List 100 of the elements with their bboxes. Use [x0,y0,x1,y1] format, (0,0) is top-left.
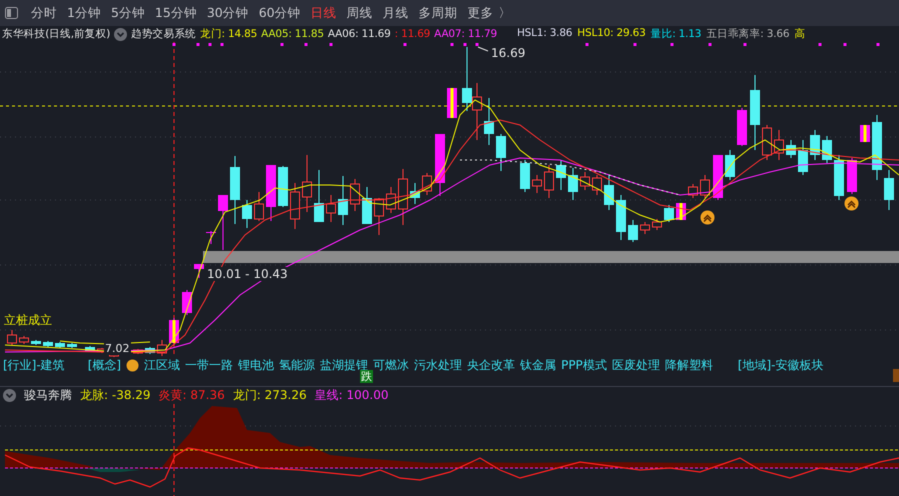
candle [822,136,832,164]
candle [435,134,445,196]
candle [206,230,216,244]
chevron-down-icon[interactable] [114,28,128,40]
candle [786,140,796,158]
region-tag[interactable]: [地域]-安徽板块 [738,356,824,374]
candle [616,194,626,240]
concept-tag[interactable]: 污水处理 [414,356,462,374]
marker-icon [126,358,140,372]
concept-tag[interactable]: 可燃冰 [373,356,410,374]
candle [230,156,240,224]
candle [834,154,844,200]
candle [182,290,192,316]
fall-badge: 跌 [360,370,373,383]
concept-tag[interactable]: 锂电池 [238,356,274,374]
candle [218,194,228,250]
low-price-label: 7.02 [104,342,130,355]
concept-tag[interactable]: 央企改革 [467,356,516,374]
stat-value: 量比: 1.13 [650,27,702,41]
candle [568,168,578,200]
candle [266,164,276,222]
candle [472,82,482,140]
candle [496,134,506,172]
indicator-value: AA06: 11.69 [328,28,391,40]
candle [688,184,698,198]
concept-tag[interactable]: 钛金属 [520,356,556,374]
system-name: 趋势交易系统 [131,27,196,41]
candle [700,174,710,198]
concept-tag[interactable]: [概念] [88,356,122,374]
candle [55,342,65,348]
candle [556,160,566,190]
industry-tag[interactable]: [行业]-建筑 [3,356,65,374]
candle [350,178,360,212]
candle [484,98,494,146]
candle [798,140,808,176]
candle [145,346,155,354]
candle [762,124,772,160]
concept-tag[interactable]: PPP模式 [561,356,607,374]
stat-value: 五日乖离率: 3.66 [706,27,790,41]
candle [43,340,53,348]
period-tab[interactable]: 周线 [344,2,376,24]
concept-tag[interactable]: 一带一路 [185,356,234,374]
candle [592,174,602,196]
indicator-value: : 11.69 [394,28,430,40]
edge-badge [893,369,899,382]
candle [242,200,252,228]
candle [67,342,77,348]
candle [737,108,747,146]
candle [713,154,723,200]
candle [398,168,408,226]
period-tab[interactable]: 多周期 [416,2,461,24]
candle [847,158,857,194]
caret-text[interactable]: 〉 [498,4,512,22]
high-price-label: 16.69 [490,46,526,60]
indicator-value: AA05: 11.85 [261,28,324,40]
candle [290,182,300,230]
candle [362,186,372,224]
concept-tag[interactable]: 医废处理 [612,356,660,374]
chevron-up-icon [844,196,859,211]
period-tab[interactable]: 日线 [308,2,340,24]
candle [652,218,662,230]
price-range-label: 10.01 - 10.43 [206,267,289,281]
concept-tag[interactable]: 江区域 [144,356,180,374]
candle [302,154,312,212]
candle [422,172,432,196]
candle [810,130,820,160]
candle [544,164,554,198]
period-tab[interactable]: 15分钟 [152,2,200,24]
period-tab[interactable]: 1分钟 [64,2,104,24]
candle [85,346,95,352]
stat-value: 高 [794,27,806,41]
candle [326,194,336,222]
candle [872,114,882,180]
candle [725,150,735,180]
concept-tag[interactable]: 降解塑料 [664,356,713,374]
period-tab[interactable]: 分时 [28,2,60,24]
period-tab[interactable]: 更多 [464,2,497,24]
period-tab[interactable]: 30分钟 [204,2,252,24]
candle [157,340,167,356]
stat-value: HSL1: 3.86 [516,27,572,41]
candle [664,204,674,222]
chevron-down-icon[interactable] [3,389,16,402]
candle [374,198,384,236]
candle [314,170,324,222]
candle [194,264,204,278]
leader-line [478,46,488,52]
period-tab[interactable]: 5分钟 [108,2,148,24]
stat-value: HSL10: 29.63 [577,27,646,41]
candle [447,88,457,118]
candle [532,174,542,194]
panel-icon[interactable] [5,7,18,19]
concept-tag[interactable]: 氢能源 [279,356,316,374]
signal-label: 立桩成立 [3,313,53,327]
indicator-title: 骏马奔腾 [24,387,72,404]
period-tab[interactable]: 60分钟 [256,2,304,24]
candle [884,170,894,210]
candle [462,46,472,112]
candle [338,176,348,226]
period-tab[interactable]: 月线 [380,2,412,24]
candle [386,186,396,214]
